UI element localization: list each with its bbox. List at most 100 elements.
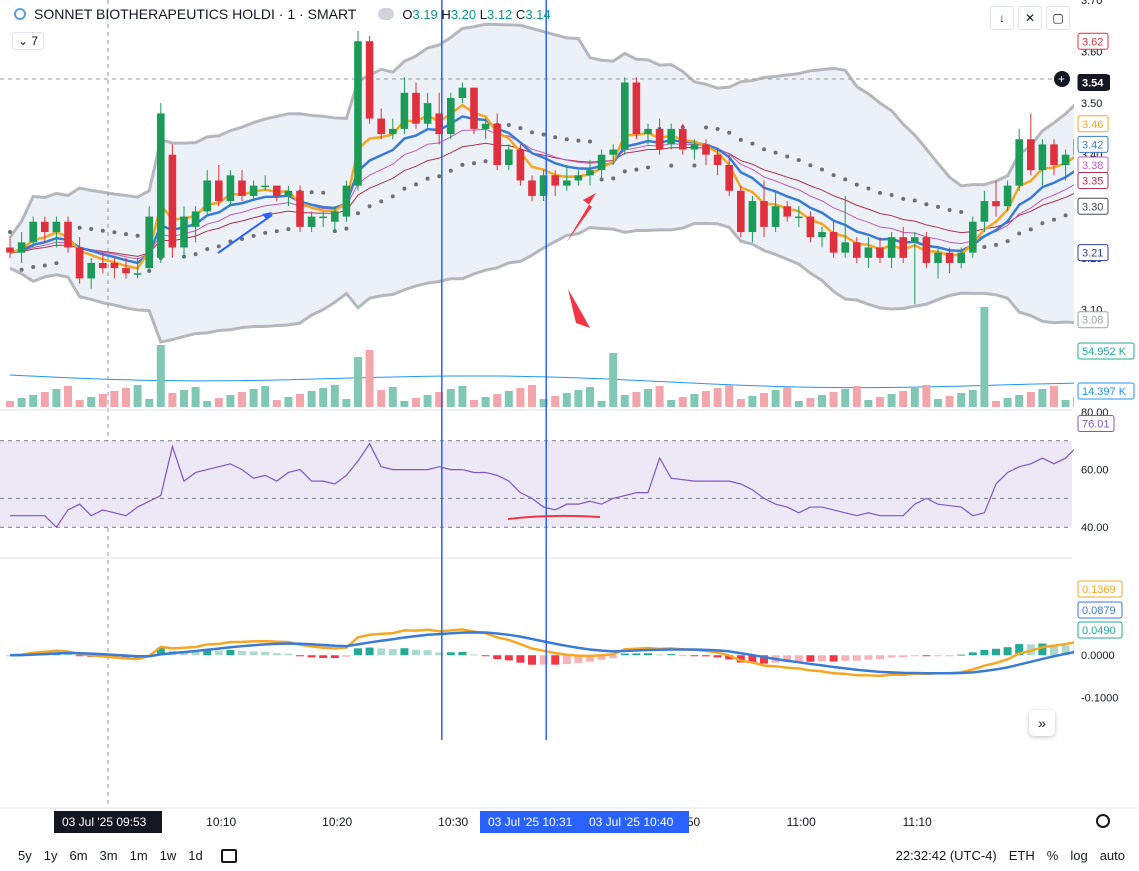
candle-body [911,237,919,243]
time-highlight-label: 03 Jul '25 09:53 [62,815,147,829]
time-axis-tick: 11:10 [903,815,932,829]
sar-dot [762,147,766,152]
candle-body [574,175,583,181]
sar-dot [646,165,650,170]
volume-bar [725,385,734,407]
percent-toggle[interactable]: % [1047,848,1059,863]
macd-histogram-bar [980,649,989,656]
clock-label[interactable]: 22:32:42 (UTC-4) [896,848,997,863]
volume-bar [272,400,281,407]
macd-histogram-bar [713,655,722,658]
candle-body [133,273,142,275]
sar-dot [622,169,627,174]
range-1d[interactable]: 1d [188,848,202,863]
volume-bar [98,394,107,407]
time-axis-tick: 10:30 [438,815,468,829]
range-5y[interactable]: 5y [18,848,32,863]
candle-body [829,232,838,253]
macd-histogram-bar [470,654,478,656]
high-label: H [441,6,451,22]
macd-histogram-bar [400,648,409,656]
eye-icon[interactable] [378,8,395,20]
macd-label: 0.1369 [1082,584,1116,596]
price-label: 3.08 [1082,315,1103,327]
fullscreen-icon: ▢ [1052,11,1064,25]
volume-bar [783,387,792,407]
volume-bar [284,397,293,407]
rsi-label: 76.01 [1082,418,1110,430]
sar-dot [843,177,848,182]
candle-body [644,128,652,135]
sar-dot [878,190,882,195]
macd-label: 0.0879 [1082,605,1116,617]
sar-dot [42,263,47,268]
calendar-icon[interactable] [220,848,237,863]
range-1y[interactable]: 1y [44,848,58,863]
candle-body [679,128,687,150]
session-toggle[interactable]: ETH [1009,848,1035,863]
candle-body [586,170,594,176]
sar-dot [472,161,476,166]
candle-body [389,128,397,135]
volume-label: 14.397 K [1082,386,1127,398]
price-axis-tick: 3.50 [1081,98,1102,110]
volume-bar [319,388,328,407]
range-1w[interactable]: 1w [160,848,177,863]
sar-dot [437,174,442,179]
collapse-button[interactable]: ✕ [1018,6,1042,30]
chart-canvas[interactable]: 3.703.603.503.403.303.203.103.623.543.46… [0,0,1139,871]
sar-dot [831,173,836,178]
volume-bar [968,390,977,407]
auto-toggle[interactable]: auto [1100,848,1125,863]
volume-bar [586,387,594,407]
sar-dot [1040,221,1045,226]
volume-bar [481,397,490,407]
macd-histogram-bar [992,648,1000,656]
symbol-title[interactable]: SONNET BIOTHERAPEUTICS HOLDI · 1 · SMART [34,6,356,22]
volume-bar [1026,392,1035,407]
macd-histogram-bar [864,655,873,660]
sar-dot [738,137,743,142]
sar-dot [785,154,790,159]
macd-histogram-bar [365,647,374,656]
macd-histogram-bar [968,652,977,656]
candle-body [180,216,188,248]
sar-dot [414,182,418,187]
range-6m[interactable]: 6m [69,848,87,863]
volume-bar [609,353,618,407]
close-value: 3.14 [525,6,551,22]
sar-dot [89,227,94,232]
candle-body [1003,185,1012,207]
log-toggle[interactable]: log [1070,848,1087,863]
volume-bar [829,392,838,407]
candle-body [702,144,710,155]
sar-dot [588,139,592,144]
candle-body [899,237,907,258]
candle-body [481,123,490,129]
sar-dot [460,162,465,167]
settings-gear-icon[interactable] [1096,814,1110,828]
macd-histogram-bar [922,655,931,657]
candle-body [423,103,432,124]
bottom-toolbar: 5y 1y 6m 3m 1m 1w 1d 22:32:42 (UTC-4) ETH % lo… [0,840,1139,871]
volume-bar [516,388,525,407]
candle-body [319,216,327,219]
arrow-down-button[interactable]: ↓ [990,6,1014,30]
candle-body [87,262,95,279]
volume-bar [1061,400,1070,407]
high-value: 3.20 [450,6,477,22]
volume-bar [261,386,270,407]
volume-bar [574,390,583,407]
range-3m[interactable]: 3m [100,848,118,863]
macd-histogram-bar [829,655,838,662]
range-1m[interactable]: 1m [130,848,148,863]
time-axis-tick: 10:20 [322,815,352,829]
macd-histogram-bar [342,655,351,657]
last-price-label: 3.54 [1082,78,1104,90]
indicator-toggle[interactable]: ⌄ 7 [12,32,45,50]
volume-bar [168,393,177,407]
volume-bar [307,391,316,407]
macd-histogram-bar [957,654,966,656]
scroll-to-realtime-button[interactable]: » [1029,710,1055,736]
fullscreen-button[interactable]: ▢ [1046,6,1070,30]
